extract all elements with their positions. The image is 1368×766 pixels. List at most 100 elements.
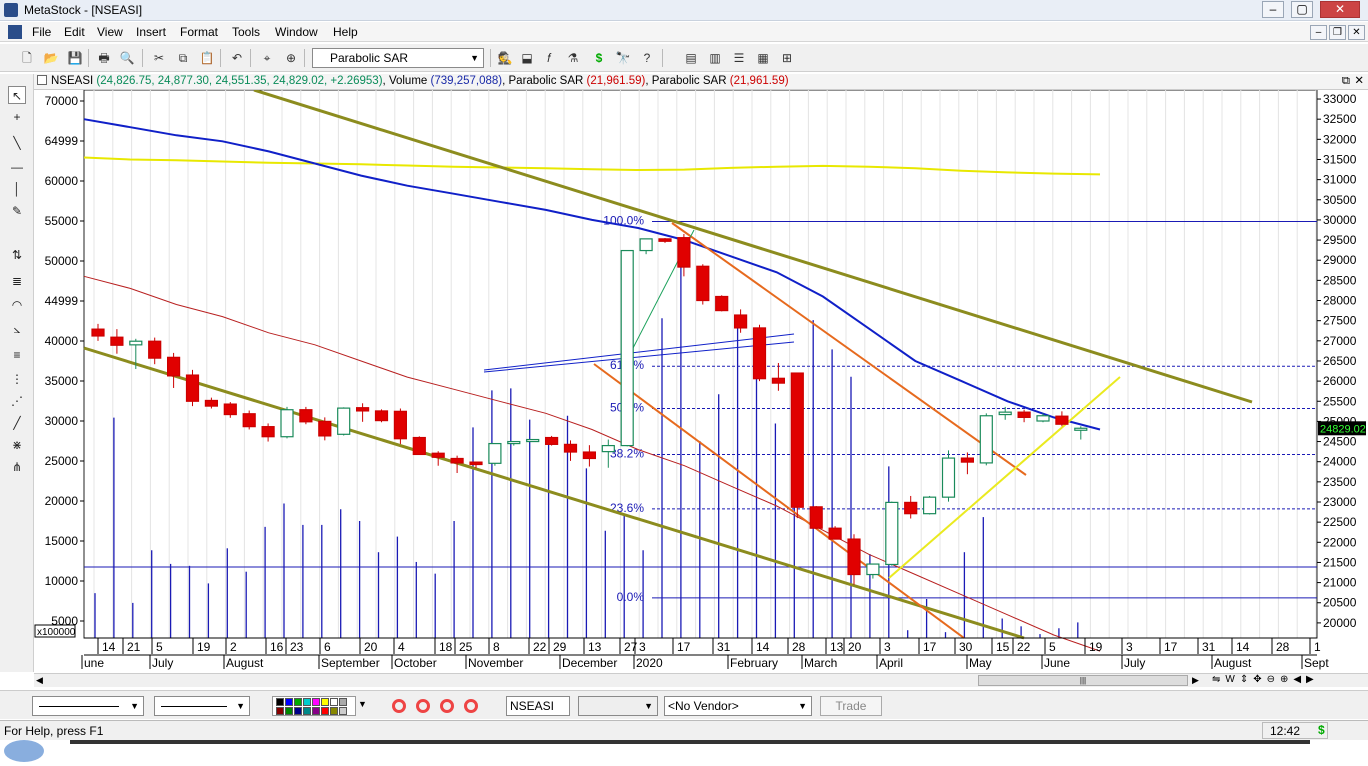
tile-icon[interactable]: ▤ <box>682 49 700 67</box>
menu-tools[interactable]: Tools <box>232 25 260 39</box>
menu-window[interactable]: Window <box>275 25 318 39</box>
zoom-icon[interactable]: ⊕ <box>282 49 300 67</box>
candle-body <box>299 409 313 423</box>
palette-dropdown-icon[interactable]: ▼ <box>358 699 367 709</box>
expert-advisor-icon[interactable]: 🕵 <box>496 49 514 67</box>
formula-icon[interactable]: 𝑓 <box>540 49 558 67</box>
cut-icon[interactable]: ✂ <box>150 49 168 67</box>
andrews-pitchfork-icon[interactable]: ⋔ <box>8 458 26 476</box>
tile-horizontal-icon[interactable]: ☰ <box>730 49 748 67</box>
menu-edit[interactable]: Edit <box>64 25 85 39</box>
print-preview-icon[interactable]: 🔍 <box>118 49 136 67</box>
title-bar: MetaStock - [NSEASI] – ▢ ✕ <box>0 0 1368 21</box>
mdi-close-button[interactable]: ✕ <box>1348 25 1365 40</box>
paste-icon[interactable]: 📋 <box>198 49 216 67</box>
scroll-right-icon[interactable]: ▶ <box>1192 675 1199 686</box>
color-swatch[interactable] <box>339 707 347 715</box>
print-icon[interactable]: 🖶 <box>95 49 113 67</box>
explorer-icon[interactable]: 🔭 <box>614 49 632 67</box>
tile-vertical-icon[interactable]: ▦ <box>754 49 772 67</box>
copy-icon[interactable]: ⧉ <box>174 49 192 67</box>
color-swatch[interactable] <box>303 698 311 706</box>
chart-restore-icon[interactable]: ⧉ <box>1342 74 1350 89</box>
mdi-restore-button[interactable]: ❐ <box>1329 25 1346 40</box>
indicator-select[interactable]: Parabolic SAR ▼ <box>312 48 484 68</box>
scroll-thumb[interactable]: ||| <box>978 675 1188 686</box>
maximize-button[interactable]: ▢ <box>1291 1 1313 18</box>
color-swatch[interactable] <box>276 707 284 715</box>
pointer-icon[interactable]: ↖ <box>8 86 26 104</box>
gann-fan-icon[interactable]: ⋇ <box>8 436 26 454</box>
fib-time-icon[interactable]: ≡ <box>8 346 26 364</box>
fibonacci-icon[interactable]: ≣ <box>8 272 26 290</box>
symbol-field[interactable]: NSEASI <box>506 696 570 716</box>
menu-insert[interactable]: Insert <box>136 25 166 39</box>
crosshair-tool-icon[interactable]: + <box>8 108 26 126</box>
chart-scroll-bar[interactable]: ◀ ||| ▶ ⇋W⇕✥⊖⊕◀▶ <box>34 673 1368 687</box>
undo-icon[interactable]: ↶ <box>228 49 246 67</box>
color-swatch[interactable] <box>312 707 320 715</box>
new-icon[interactable]: 🗋 <box>18 49 36 67</box>
price-chart[interactable]: 100.0%61.8%50.0%38.2%23.6%0.0% 700006499… <box>34 90 1368 672</box>
color-swatch[interactable] <box>294 698 302 706</box>
line-style-select[interactable]: ▼ <box>32 696 144 716</box>
cascade-icon[interactable]: ▥ <box>706 49 724 67</box>
scroll-left-icon[interactable]: ◀ <box>36 675 43 686</box>
minimize-button[interactable]: – <box>1262 1 1284 18</box>
color-swatch[interactable] <box>294 707 302 715</box>
trade-button[interactable]: Trade <box>820 696 882 716</box>
x-day-label: 30 <box>959 640 973 654</box>
color-swatch[interactable] <box>276 698 284 706</box>
color-swatch[interactable] <box>285 698 293 706</box>
cycle-lines-icon[interactable]: ⋮ <box>8 370 26 388</box>
line-weight-select[interactable]: ▼ <box>154 696 250 716</box>
horizontal-line-icon[interactable]: — <box>8 158 26 176</box>
trendline-icon[interactable]: ╲ <box>8 134 26 152</box>
color-swatch[interactable] <box>339 698 347 706</box>
raff-channel-icon[interactable]: ╱ <box>8 414 26 432</box>
color-swatch[interactable] <box>330 698 338 706</box>
start-orb-icon[interactable] <box>4 740 44 762</box>
browser-icon-1[interactable] <box>392 699 406 713</box>
color-swatch[interactable] <box>321 698 329 706</box>
system-tester-icon[interactable]: ⚗ <box>564 49 582 67</box>
save-icon[interactable]: 💾 <box>66 49 84 67</box>
text-tool-icon[interactable]: ✎ <box>8 202 26 220</box>
candle-body <box>488 442 502 464</box>
color-swatch[interactable] <box>330 707 338 715</box>
right-tick-label: 21500 <box>1323 555 1357 569</box>
channel-icon[interactable]: ⇅ <box>8 246 26 264</box>
chart-close-icon[interactable]: ✕ <box>1354 74 1364 89</box>
speed-lines-icon[interactable]: ⋰ <box>8 392 26 410</box>
menu-help[interactable]: Help <box>333 25 358 39</box>
menu-view[interactable]: View <box>97 25 123 39</box>
help-pointer-icon[interactable]: ? <box>638 49 656 67</box>
indicator-builder-icon[interactable]: ⬓ <box>518 49 536 67</box>
color-swatch[interactable] <box>312 698 320 706</box>
mdi-minimize-button[interactable]: – <box>1310 25 1327 40</box>
browser-icon-2[interactable] <box>416 699 430 713</box>
browser-icon-4[interactable] <box>464 699 478 713</box>
color-swatch[interactable] <box>303 707 311 715</box>
color-swatch[interactable] <box>285 707 293 715</box>
menu-file[interactable]: File <box>32 25 51 39</box>
candle-body <box>904 501 918 515</box>
color-palette[interactable] <box>272 696 356 716</box>
left-tick-label: 40000 <box>45 334 79 348</box>
data-source-select[interactable]: ▼ <box>578 696 658 716</box>
fib-arcs-icon[interactable]: ◠ <box>8 296 26 314</box>
color-swatch[interactable] <box>321 707 329 715</box>
browser-icon-3[interactable] <box>440 699 454 713</box>
dollar-icon[interactable]: $ <box>590 49 608 67</box>
candle-body <box>356 407 370 412</box>
close-button[interactable]: ✕ <box>1320 1 1360 18</box>
gann-icon[interactable]: ⦣ <box>8 320 26 338</box>
x-day-label: 3 <box>1126 640 1133 654</box>
menu-format[interactable]: Format <box>180 25 218 39</box>
open-icon[interactable]: 📂 <box>42 49 60 67</box>
crosshair-icon[interactable]: ⌖ <box>258 49 276 67</box>
vendor-select[interactable]: <No Vendor> ▼ <box>664 696 812 716</box>
arrange-icon[interactable]: ⊞ <box>778 49 796 67</box>
vertical-line-icon[interactable]: │ <box>8 180 26 198</box>
chart-nav-icons[interactable]: ⇋W⇕✥⊖⊕◀▶ <box>1212 674 1319 685</box>
